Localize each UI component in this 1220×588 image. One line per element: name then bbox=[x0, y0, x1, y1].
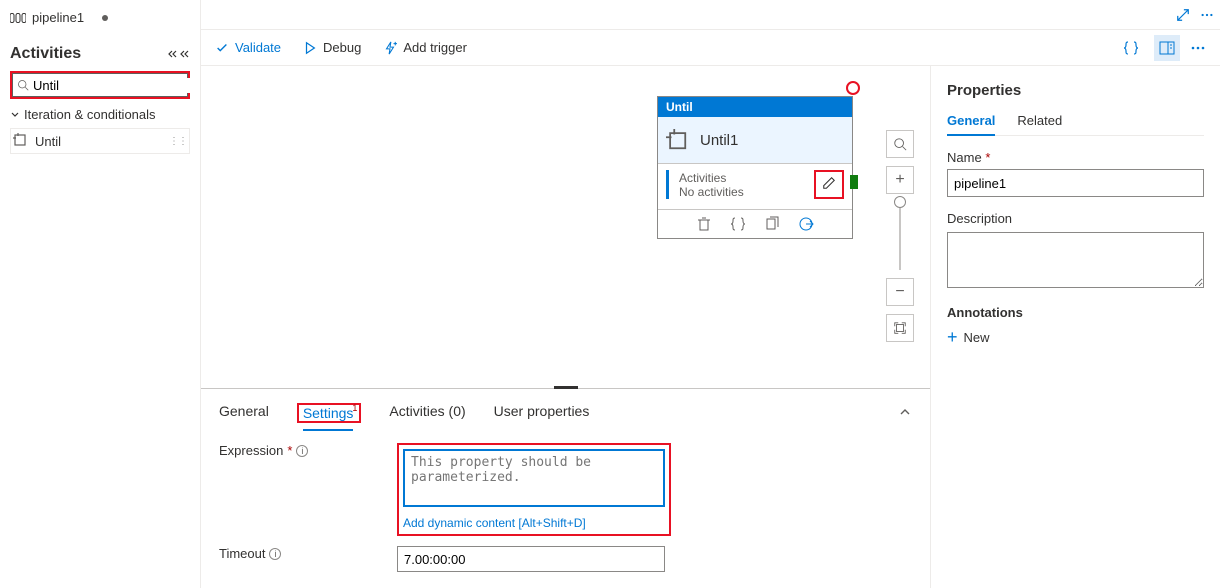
annotations-label: Annotations bbox=[947, 305, 1204, 320]
plus-icon: + bbox=[947, 328, 958, 346]
chevron-up-icon bbox=[898, 405, 912, 419]
run-icon[interactable] bbox=[798, 216, 814, 232]
check-icon bbox=[215, 41, 229, 55]
expression-input[interactable] bbox=[403, 449, 665, 507]
node-activities-status: No activities bbox=[679, 185, 744, 199]
node-activities-label: Activities bbox=[679, 171, 744, 185]
expression-highlight: Add dynamic content [Alt+Shift+D] bbox=[397, 443, 671, 536]
properties-tab-general[interactable]: General bbox=[947, 113, 995, 136]
pipeline-icon bbox=[10, 13, 26, 23]
activity-item-label: Until bbox=[35, 134, 61, 149]
collapse-panel-button[interactable] bbox=[898, 405, 912, 422]
collapse-activities-button[interactable] bbox=[168, 49, 190, 59]
output-connector[interactable] bbox=[850, 175, 858, 189]
tab-user-properties[interactable]: User properties bbox=[494, 399, 590, 427]
expression-label: Expression bbox=[219, 443, 283, 458]
zoom-in-button[interactable]: + bbox=[886, 166, 914, 194]
description-field-label: Description bbox=[947, 211, 1204, 226]
validate-button[interactable]: Validate bbox=[215, 40, 281, 55]
until-icon bbox=[666, 129, 688, 151]
chevron-double-icon bbox=[180, 49, 190, 59]
pencil-icon bbox=[822, 176, 836, 190]
description-input[interactable] bbox=[947, 232, 1204, 288]
lightning-icon bbox=[383, 41, 397, 55]
activity-item-until[interactable]: Until ⋮⋮ bbox=[10, 128, 190, 154]
zoom-out-button[interactable]: − bbox=[886, 278, 914, 306]
pipeline-tab[interactable]: pipeline1 bbox=[10, 6, 190, 29]
activities-heading: Activities bbox=[10, 45, 168, 63]
copy-icon[interactable] bbox=[764, 216, 780, 232]
add-dynamic-content-link[interactable]: Add dynamic content [Alt+Shift+D] bbox=[403, 516, 665, 530]
required-indicator: * bbox=[287, 443, 292, 458]
new-annotation-label: New bbox=[964, 330, 990, 345]
chevron-down-icon bbox=[10, 110, 20, 120]
node-error-indicator-icon bbox=[846, 81, 860, 95]
properties-toggle-button[interactable] bbox=[1154, 35, 1180, 61]
more-icon[interactable] bbox=[1200, 8, 1214, 22]
pipeline-name-input[interactable] bbox=[947, 169, 1204, 197]
debug-button[interactable]: Debug bbox=[303, 40, 361, 55]
unsaved-indicator-icon bbox=[102, 15, 108, 21]
activities-search[interactable] bbox=[12, 73, 188, 97]
chevron-double-icon bbox=[168, 49, 178, 59]
properties-heading: Properties bbox=[947, 82, 1204, 99]
add-annotation-button[interactable]: + New bbox=[947, 328, 1204, 346]
tab-activities[interactable]: Activities (0) bbox=[389, 399, 465, 427]
panel-resize-handle[interactable] bbox=[554, 386, 578, 389]
timeout-label: Timeout bbox=[219, 546, 265, 561]
until-activity-node[interactable]: Until Until1 Activities No activities bbox=[657, 96, 853, 239]
timeout-input[interactable] bbox=[397, 546, 665, 572]
edit-activities-button[interactable] bbox=[814, 170, 844, 199]
zoom-thumb[interactable] bbox=[894, 196, 906, 208]
settings-badge: 1 bbox=[352, 403, 357, 413]
node-type-label: Until bbox=[658, 97, 852, 117]
info-icon[interactable]: i bbox=[269, 548, 281, 560]
fit-icon bbox=[893, 321, 907, 335]
search-canvas-button[interactable] bbox=[886, 130, 914, 158]
more-icon[interactable] bbox=[1190, 40, 1206, 56]
pipeline-tab-label: pipeline1 bbox=[32, 10, 84, 25]
debug-label: Debug bbox=[323, 40, 361, 55]
node-name: Until1 bbox=[700, 132, 738, 149]
search-icon bbox=[893, 137, 907, 151]
info-icon[interactable]: i bbox=[296, 445, 308, 457]
name-field-label: Name bbox=[947, 150, 982, 165]
category-iteration[interactable]: Iteration & conditionals bbox=[10, 107, 190, 122]
accent-bar bbox=[666, 170, 669, 199]
add-trigger-button[interactable]: Add trigger bbox=[383, 40, 467, 55]
drag-grip-icon: ⋮⋮ bbox=[169, 136, 187, 147]
braces-icon[interactable] bbox=[730, 216, 746, 232]
validate-label: Validate bbox=[235, 40, 281, 55]
delete-icon[interactable] bbox=[696, 216, 712, 232]
properties-tab-related[interactable]: Related bbox=[1017, 113, 1062, 135]
play-icon bbox=[303, 41, 317, 55]
properties-panel-icon bbox=[1159, 40, 1175, 56]
search-highlight bbox=[10, 71, 190, 99]
tab-general[interactable]: General bbox=[219, 399, 269, 427]
braces-icon bbox=[1123, 40, 1139, 56]
tab-settings[interactable]: Settings bbox=[303, 401, 354, 431]
category-label: Iteration & conditionals bbox=[24, 107, 156, 122]
until-icon bbox=[13, 133, 29, 149]
required-indicator: * bbox=[985, 150, 990, 165]
fit-screen-button[interactable] bbox=[886, 314, 914, 342]
pipeline-canvas[interactable]: Until Until1 Activities No activities bbox=[201, 66, 930, 588]
activities-search-input[interactable] bbox=[33, 78, 209, 93]
expand-icon[interactable] bbox=[1176, 8, 1190, 22]
add-trigger-label: Add trigger bbox=[403, 40, 467, 55]
tab-settings-highlight: Settings 1 bbox=[297, 403, 362, 423]
search-icon bbox=[17, 79, 29, 91]
zoom-slider[interactable] bbox=[899, 202, 901, 270]
code-view-button[interactable] bbox=[1118, 35, 1144, 61]
